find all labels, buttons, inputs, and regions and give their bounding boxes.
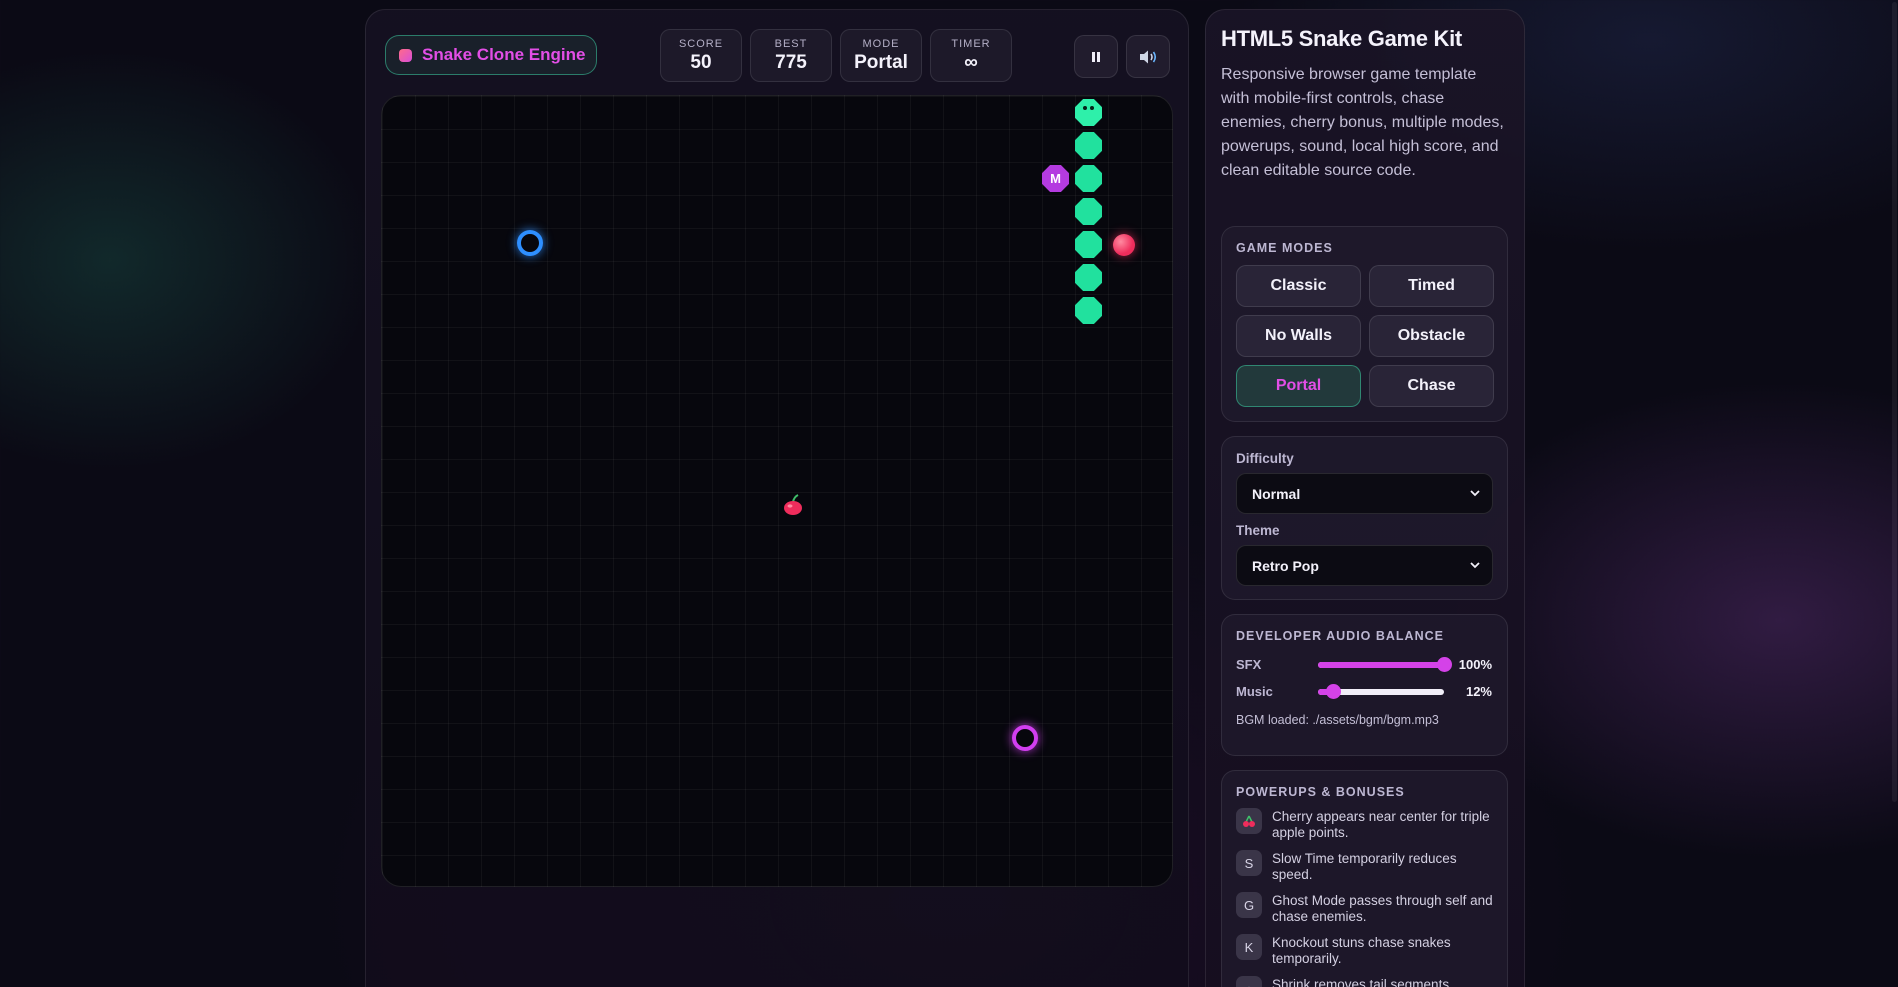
stat-best-value: 775 — [775, 51, 807, 73]
powerup-item: G Ghost Mode passes through self and cha… — [1236, 892, 1493, 925]
snake-head — [1075, 99, 1102, 126]
stat-mode: MODE Portal — [840, 29, 922, 82]
page-scrollbar[interactable] — [1890, 0, 1898, 987]
mode-chase-button[interactable]: Chase — [1369, 365, 1494, 407]
sfx-slider-thumb[interactable] — [1437, 656, 1452, 672]
stats-bar: SCORE 50 BEST 775 MODE Portal TIMER ∞ — [660, 29, 1012, 82]
snake-segment — [1075, 198, 1102, 225]
powerup-token: M — [1042, 165, 1069, 192]
powerup-item: Cherry appears near center for triple ap… — [1236, 808, 1493, 841]
snake-segment — [1075, 264, 1102, 291]
sfx-slider-fill — [1318, 661, 1444, 668]
snake-eye — [1083, 106, 1087, 110]
game-board[interactable]: M — [381, 95, 1173, 887]
brand-badge: Snake Clone Engine — [385, 35, 597, 75]
chevron-down-icon — [1470, 490, 1480, 497]
game-panel: Snake Clone Engine SCORE 50 BEST 775 MOD… — [365, 9, 1189, 987]
snake-segment — [1075, 165, 1102, 192]
slow-time-icon: S — [1236, 850, 1262, 876]
powerup-item: ↓ Shrink removes tail segments. — [1236, 976, 1493, 987]
powerup-item: K Knockout stuns chase snakes temporaril… — [1236, 934, 1493, 967]
game-modes-card: GAME MODES Classic Timed No Walls Obstac… — [1221, 226, 1508, 422]
powerup-item: S Slow Time temporarily reduces speed. — [1236, 850, 1493, 883]
difficulty-label: Difficulty — [1236, 451, 1294, 466]
mode-grid: Classic Timed No Walls Obstacle Portal C… — [1236, 265, 1494, 407]
powerup-text: Ghost Mode passes through self and chase… — [1272, 893, 1493, 924]
cherry-icon — [784, 494, 802, 515]
pause-button[interactable] — [1074, 35, 1118, 78]
sound-button[interactable] — [1126, 35, 1170, 78]
powerup-label: M — [1050, 171, 1061, 186]
chevron-down-icon — [1470, 562, 1480, 569]
stat-best: BEST 775 — [750, 29, 832, 82]
music-slider[interactable] — [1318, 683, 1444, 699]
stat-score-label: SCORE — [678, 37, 724, 50]
ghost-mode-icon: G — [1236, 892, 1262, 918]
stat-mode-label: MODE — [862, 37, 900, 50]
music-slider-thumb[interactable] — [1326, 683, 1342, 699]
game-modes-heading: GAME MODES — [1236, 241, 1333, 255]
audio-heading: DEVELOPER AUDIO BALANCE — [1236, 629, 1444, 643]
music-row: Music 12% — [1236, 683, 1493, 699]
side-panel: HTML5 Snake Game Kit Responsive browser … — [1205, 9, 1525, 987]
music-value: 12% — [1465, 684, 1492, 699]
mode-timed-button[interactable]: Timed — [1369, 265, 1494, 307]
stat-mode-value: Portal — [854, 51, 908, 73]
stat-timer-label: TIMER — [951, 37, 991, 50]
powerup-text: Knockout stuns chase snakes temporarily. — [1272, 935, 1451, 966]
powerups-heading: POWERUPS & BONUSES — [1236, 785, 1405, 799]
audio-balance-card: DEVELOPER AUDIO BALANCE SFX 100% Music 1… — [1221, 614, 1508, 756]
theme-value: Retro Pop — [1252, 557, 1319, 574]
bgm-status: BGM loaded: ./assets/bgm/bgm.mp3 — [1236, 713, 1439, 727]
apple — [1113, 234, 1135, 256]
stat-score-value: 50 — [690, 51, 712, 73]
shrink-icon: ↓ — [1236, 976, 1262, 987]
portal-pink — [1012, 725, 1038, 751]
knockout-icon: K — [1236, 934, 1262, 960]
sfx-label: SFX — [1236, 657, 1262, 672]
stat-timer-value: ∞ — [964, 51, 978, 73]
pause-icon — [1092, 51, 1100, 62]
difficulty-value: Normal — [1252, 485, 1301, 502]
snake-segment — [1075, 132, 1102, 159]
theme-select[interactable]: Retro Pop — [1236, 545, 1493, 586]
mode-obstacle-button[interactable]: Obstacle — [1369, 315, 1494, 357]
stat-timer: TIMER ∞ — [930, 29, 1012, 82]
powerup-text: Cherry appears near center for triple ap… — [1272, 809, 1490, 840]
stat-best-label: BEST — [774, 37, 808, 50]
difficulty-select[interactable]: Normal — [1236, 473, 1493, 514]
theme-label: Theme — [1236, 523, 1280, 538]
sfx-row: SFX 100% — [1236, 656, 1493, 672]
brand-name: Snake Clone Engine — [422, 45, 586, 64]
side-description: Responsive browser game template with mo… — [1221, 66, 1504, 179]
portal-blue — [517, 230, 543, 256]
settings-card: Difficulty Normal Theme Retro Pop — [1221, 436, 1508, 600]
page-scrollbar-thumb[interactable] — [1892, 2, 1897, 802]
mode-no-walls-button[interactable]: No Walls — [1236, 315, 1361, 357]
side-title: HTML5 Snake Game Kit — [1221, 26, 1462, 51]
cherry-icon — [1236, 808, 1262, 834]
speaker-icon — [1140, 50, 1157, 63]
powerups-card: POWERUPS & BONUSES Cherry appears near c… — [1221, 770, 1508, 987]
music-label: Music — [1236, 684, 1273, 699]
stat-score: SCORE 50 — [660, 29, 742, 82]
snake-segment — [1075, 231, 1102, 258]
mode-classic-button[interactable]: Classic — [1236, 265, 1361, 307]
snake-eye — [1090, 106, 1094, 110]
sfx-slider[interactable] — [1318, 656, 1452, 672]
brand-logo-icon — [399, 48, 412, 62]
powerup-text: Shrink removes tail segments. — [1272, 977, 1453, 987]
powerup-text: Slow Time temporarily reduces speed. — [1272, 851, 1457, 882]
snake-segment — [1075, 297, 1102, 324]
mode-portal-button[interactable]: Portal — [1236, 365, 1361, 407]
